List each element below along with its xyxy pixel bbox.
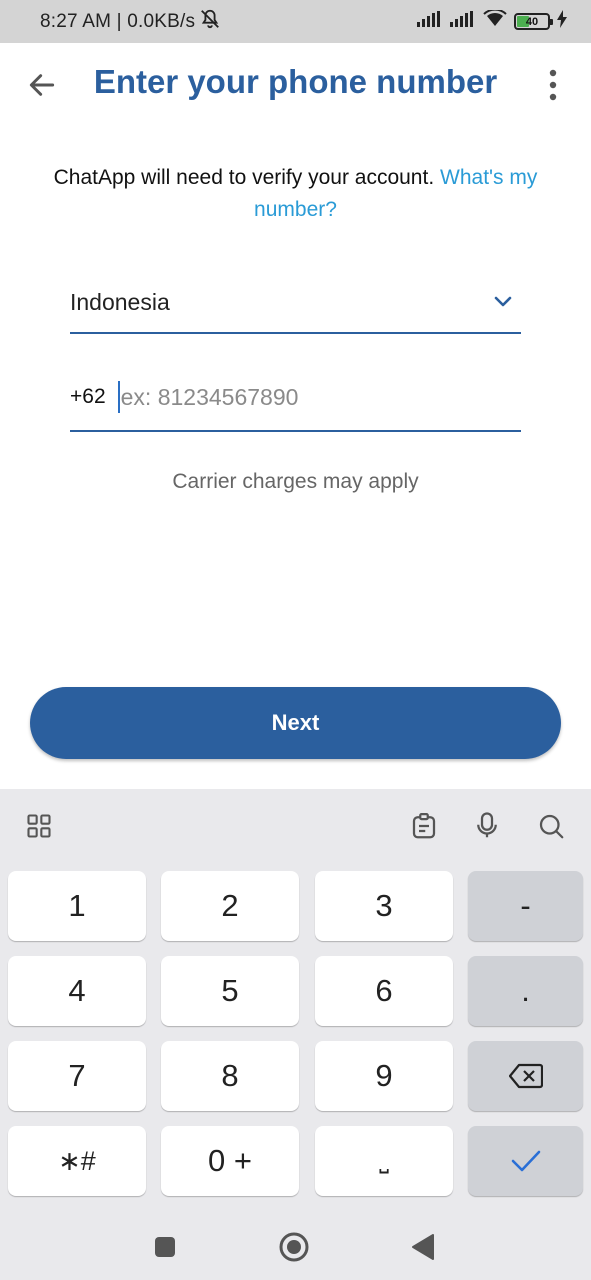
search-icon (539, 814, 564, 839)
intro-message: ChatApp will need to verify your account… (53, 166, 435, 189)
check-icon (511, 1150, 540, 1172)
key-period[interactable]: . (468, 956, 583, 1026)
system-navigation-bar (0, 1210, 591, 1280)
key-4[interactable]: 4 (8, 956, 146, 1026)
phone-field: +62 (70, 364, 521, 432)
status-time: 8:27 AM | 0.0KB/s (40, 10, 196, 32)
battery-icon: 40 (514, 13, 553, 30)
battery-label: 40 (525, 15, 539, 28)
carrier-note: Carrier charges may apply (172, 470, 419, 493)
signal-icon (417, 11, 443, 32)
signal-icon-2 (450, 11, 476, 32)
more-options-button[interactable] (533, 65, 573, 105)
clipboard-icon (412, 813, 436, 839)
key-7[interactable]: 7 (8, 1041, 146, 1111)
next-button[interactable]: Next (30, 687, 561, 759)
intro-text: ChatApp will need to verify your account… (30, 162, 561, 226)
key-8[interactable]: 8 (161, 1041, 299, 1111)
country-select[interactable]: Indonesia (70, 272, 521, 334)
numeric-keyboard: 1 2 3 - 4 5 6 . 7 8 9 ∗# 0 + ⎵ (0, 789, 591, 1280)
wifi-icon (483, 8, 507, 33)
keyboard-toolbar (0, 789, 591, 861)
key-1[interactable]: 1 (8, 871, 146, 941)
key-3[interactable]: 3 (315, 871, 453, 941)
status-bar: 8:27 AM | 0.0KB/s 40 (0, 0, 591, 43)
home-circle-icon (279, 1232, 309, 1262)
backspace-icon (508, 1063, 543, 1089)
country-name: Indonesia (70, 288, 170, 315)
clipboard-button[interactable] (407, 809, 441, 843)
grid-icon (27, 814, 51, 838)
space-key[interactable]: ⎵ (315, 1126, 453, 1196)
country-code: +62 (70, 385, 106, 408)
more-vert-icon (549, 69, 557, 101)
key-5[interactable]: 5 (161, 956, 299, 1026)
done-key[interactable] (468, 1126, 583, 1196)
square-icon (155, 1237, 175, 1257)
key-0-plus[interactable]: 0 + (161, 1126, 299, 1196)
chevron-down-icon (491, 289, 515, 318)
key-9[interactable]: 9 (315, 1041, 453, 1111)
keyboard-search-button[interactable] (534, 809, 568, 843)
recents-button[interactable] (148, 1230, 182, 1264)
apps-grid-button[interactable] (22, 809, 56, 843)
backspace-key[interactable] (468, 1041, 583, 1111)
back-nav-button[interactable] (406, 1230, 440, 1264)
key-6[interactable]: 6 (315, 956, 453, 1026)
key-2[interactable]: 2 (161, 871, 299, 941)
voice-input-button[interactable] (470, 809, 504, 843)
app-bar: Enter your phone number (0, 43, 591, 125)
key-star-hash[interactable]: ∗# (8, 1126, 146, 1196)
triangle-back-icon (412, 1234, 434, 1260)
mute-icon (199, 8, 221, 35)
page-title: Enter your phone number (93, 63, 498, 100)
charging-icon (557, 10, 567, 33)
home-button[interactable] (277, 1230, 311, 1264)
phone-number-input[interactable] (120, 383, 461, 411)
text-caret (117, 381, 120, 413)
microphone-icon (477, 812, 497, 838)
key-dash[interactable]: - (468, 871, 583, 941)
